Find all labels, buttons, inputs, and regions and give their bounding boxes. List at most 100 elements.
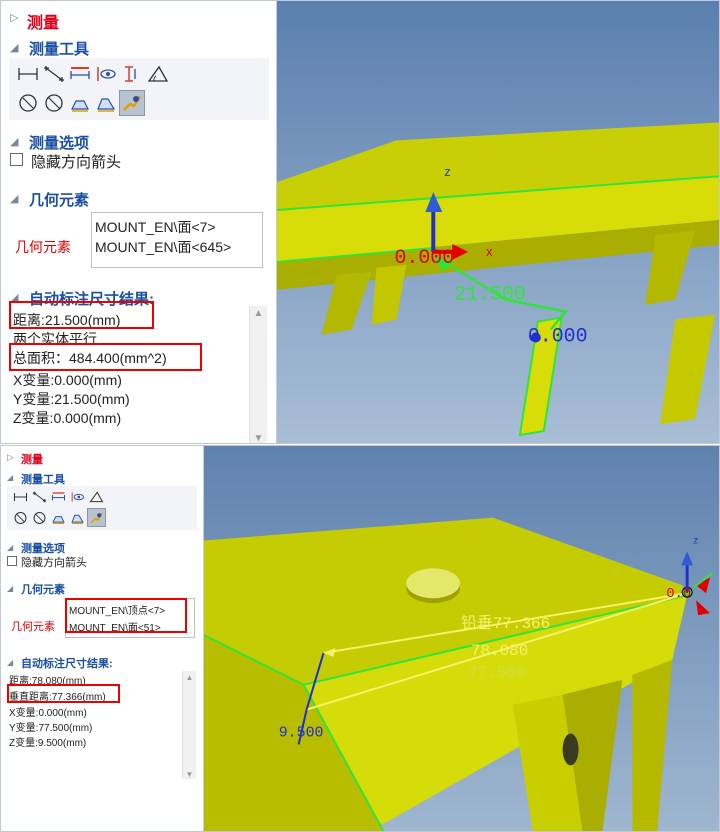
highlight-box xyxy=(9,343,202,371)
section-toggle-icon[interactable]: ◢ xyxy=(7,658,13,667)
distance-value: 21.500 xyxy=(454,283,526,306)
angle-icon xyxy=(70,67,90,79)
distance-tool-button[interactable] xyxy=(11,487,30,506)
3d-viewport[interactable]: z 0.0 铅垂77.366 78.080 77.500 9.500 xyxy=(204,446,719,831)
screenshot-top: ▷ 测量 ◢ 测量工具 ◢ 测量选项 隐藏方向箭头 ◢ 几何元素 几何元素 MO… xyxy=(0,0,720,444)
panel-title: 测量 xyxy=(27,15,60,32)
collapse-arrow-icon[interactable]: ▷ xyxy=(10,11,18,24)
section-toggle-icon[interactable]: ◢ xyxy=(7,543,13,552)
geo-elements-list[interactable]: MOUNT_EN\面<7> MOUNT_EN\面<645> xyxy=(91,212,263,268)
angle-icon xyxy=(52,491,65,500)
distance-tool-button[interactable] xyxy=(15,61,41,87)
tool-row-1 xyxy=(15,61,171,87)
list-item[interactable]: MOUNT_EN\面<645> xyxy=(95,237,231,257)
section-toggle-icon[interactable]: ◢ xyxy=(10,135,18,148)
auto-measure-button[interactable] xyxy=(87,508,106,527)
geo-elements-label: 几何元素 xyxy=(11,621,55,633)
angle-measure-button[interactable] xyxy=(87,487,106,506)
results-scrollbar[interactable]: ▲ ▼ xyxy=(249,306,267,443)
area2-icon xyxy=(71,514,84,524)
area-button[interactable] xyxy=(67,90,93,116)
highlight-box xyxy=(65,598,187,633)
visible-icon xyxy=(97,67,116,81)
tools-section-title: 测量工具 xyxy=(21,474,65,486)
measure-panel: ▷ 测量 ◢ 测量工具 ◢ 测量选项 隐藏方向箭头 ◢ 几何元素 几何元素 MO… xyxy=(1,1,277,443)
auto-measure-icon xyxy=(90,512,103,523)
circle-diameter-button[interactable] xyxy=(11,508,30,527)
angle-tool-button[interactable] xyxy=(67,61,93,87)
point-distance-icon xyxy=(44,66,64,82)
z-distance-value: 9.500 xyxy=(279,725,324,741)
result-y: Y变量:77.500(mm) xyxy=(9,723,93,734)
angle-measure-icon xyxy=(147,65,169,82)
area-icon xyxy=(52,515,65,524)
vertical-distance-icon xyxy=(125,66,136,82)
circle-diameter-button[interactable] xyxy=(15,90,41,116)
tool-row-2 xyxy=(15,90,145,116)
area2-button[interactable] xyxy=(93,90,119,116)
panel-title: 测量 xyxy=(21,454,43,466)
result-x: X变量:0.000(mm) xyxy=(13,372,122,388)
area-icon xyxy=(71,100,89,112)
circle-slash-icon xyxy=(45,94,63,112)
tool-row-2 xyxy=(11,508,106,527)
list-item[interactable]: MOUNT_EN\面<7> xyxy=(95,217,216,237)
geo-elements-label: 几何元素 xyxy=(15,239,71,255)
visible-tool-button[interactable] xyxy=(68,487,87,506)
section-toggle-icon[interactable]: ◢ xyxy=(7,473,13,482)
area-button[interactable] xyxy=(49,508,68,527)
circle-diameter-icon xyxy=(14,511,27,524)
distance-icon xyxy=(18,68,38,80)
ghost-value: 77.500 xyxy=(468,664,525,682)
screenshot-bottom: ▷ 测量 ◢ 测量工具 ◢ 测量选项 隐藏方向箭头 ◢ 几何元素 几何元素 MO… xyxy=(0,445,720,832)
vertical-distance-button[interactable] xyxy=(119,61,145,87)
z-axis-label: z xyxy=(444,164,450,179)
angle-tool-button[interactable] xyxy=(49,487,68,506)
options-section-title: 测量选项 xyxy=(29,135,90,152)
result-x: X变量:0.000(mm) xyxy=(9,708,87,719)
scroll-down-icon[interactable]: ▼ xyxy=(183,770,196,779)
area2-button[interactable] xyxy=(68,508,87,527)
end-value: 0.000 xyxy=(528,324,588,347)
highlight-box xyxy=(9,301,154,329)
origin-value: 0.0 xyxy=(666,586,691,602)
tool-row-1 xyxy=(11,487,106,506)
point-distance-button[interactable] xyxy=(30,487,49,506)
area2-icon xyxy=(97,98,116,112)
highlight-box xyxy=(7,684,120,703)
section-toggle-icon[interactable]: ◢ xyxy=(10,192,18,205)
circle-slash-button[interactable] xyxy=(41,90,67,116)
circle-slash-icon xyxy=(33,511,46,524)
hide-arrow-checkbox[interactable] xyxy=(10,153,23,166)
scroll-down-icon[interactable]: ▼ xyxy=(250,433,267,443)
origin-value: 0.000 xyxy=(394,246,454,269)
result-z: Z变量:0.000(mm) xyxy=(13,410,122,426)
distance-value: 78.080 xyxy=(471,642,528,660)
point-distance-icon xyxy=(32,491,47,502)
hide-arrow-checkbox[interactable] xyxy=(7,556,17,566)
visible-icon xyxy=(71,491,85,502)
circle-slash-button[interactable] xyxy=(30,508,49,527)
point-distance-button[interactable] xyxy=(41,61,67,87)
auto-measure-button[interactable] xyxy=(119,90,145,116)
section-toggle-icon[interactable]: ◢ xyxy=(10,41,18,54)
geo-section-title: 几何元素 xyxy=(21,584,65,596)
scroll-up-icon[interactable]: ▲ xyxy=(250,308,267,319)
perpendicular-value: 铅垂77.366 xyxy=(461,614,550,633)
hide-arrow-label: 隐藏方向箭头 xyxy=(21,557,87,569)
3d-scene: z x 0.000 21.500 0.000 xyxy=(277,1,719,443)
collapse-arrow-icon[interactable]: ▷ xyxy=(7,452,14,463)
z-axis-label: z xyxy=(693,535,698,546)
3d-viewport[interactable]: z x 0.000 21.500 0.000 xyxy=(277,1,719,443)
geo-section-title: 几何元素 xyxy=(29,192,90,209)
auto-measure-icon xyxy=(123,95,142,111)
visible-tool-button[interactable] xyxy=(93,61,119,87)
3d-scene: z 0.0 铅垂77.366 78.080 77.500 9.500 xyxy=(204,446,719,831)
hide-arrow-label: 隐藏方向箭头 xyxy=(31,154,122,171)
results-scrollbar[interactable]: ▲ ▼ xyxy=(182,671,196,779)
distance-icon xyxy=(14,492,27,501)
angle-measure-button[interactable] xyxy=(145,61,171,87)
scroll-up-icon[interactable]: ▲ xyxy=(183,673,196,682)
result-y: Y变量:21.500(mm) xyxy=(13,391,130,407)
section-toggle-icon[interactable]: ◢ xyxy=(7,584,13,593)
